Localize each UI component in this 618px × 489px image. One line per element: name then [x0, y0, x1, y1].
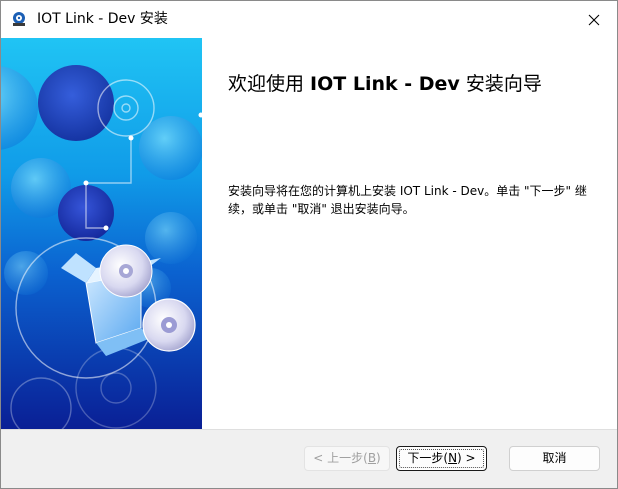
- close-button[interactable]: [571, 1, 617, 38]
- back-button[interactable]: < 上一步(B): [304, 446, 390, 471]
- installer-window: IOT Link - Dev 安装 欢迎使用 IOT Link - Dev 安装…: [0, 0, 618, 489]
- close-icon: [588, 14, 600, 25]
- cancel-button[interactable]: 取消: [509, 446, 600, 471]
- software-box-cd-icon: [1, 38, 202, 429]
- installer-icon: [11, 11, 27, 27]
- wizard-banner-image: [1, 38, 202, 429]
- next-button[interactable]: 下一步(N) >: [396, 446, 487, 471]
- welcome-heading: 欢迎使用 IOT Link - Dev 安装向导: [228, 73, 542, 95]
- welcome-description: 安装向导将在您的计算机上安装 IOT Link - Dev。单击 "下一步" 继…: [228, 184, 587, 216]
- button-bar: < 上一步(B) 下一步(N) > 取消: [1, 429, 617, 488]
- window-title: IOT Link - Dev 安装: [37, 11, 168, 27]
- title-bar[interactable]: IOT Link - Dev 安装: [1, 1, 617, 38]
